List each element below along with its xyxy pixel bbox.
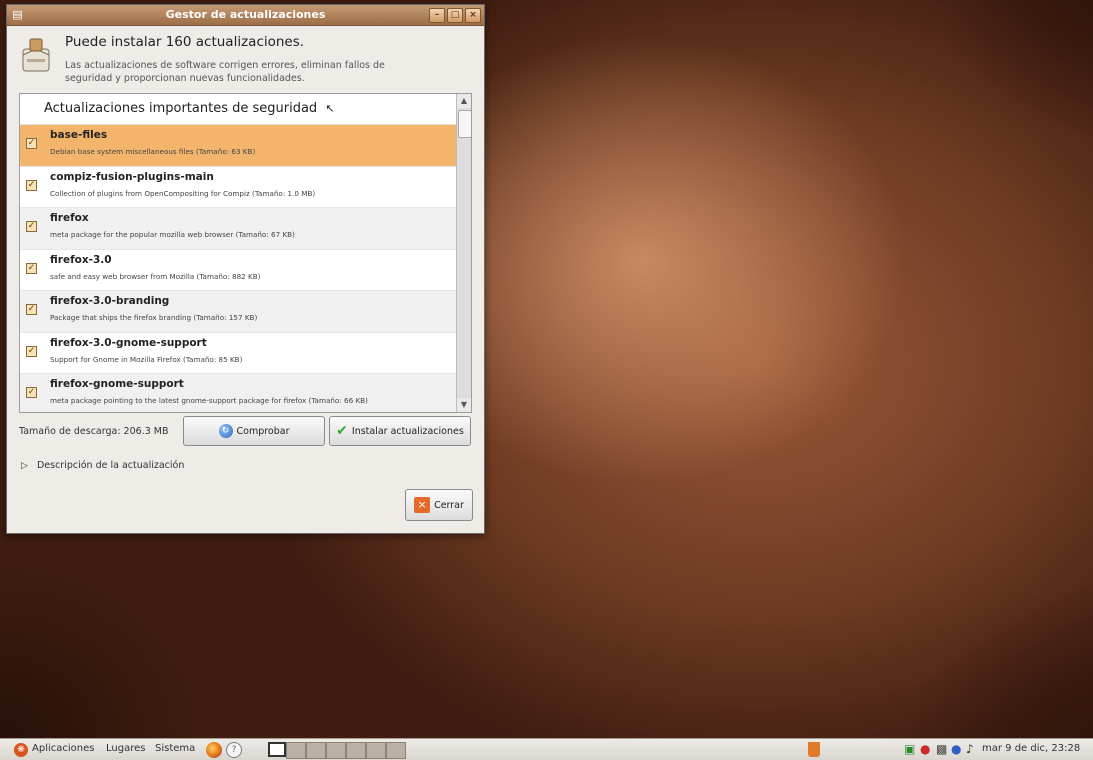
help-icon[interactable]: ? [226,742,242,758]
install-button-label: Instalar actualizaciones [351,425,464,437]
scrollbar-thumb[interactable] [458,110,471,138]
workspace-switcher[interactable] [268,742,406,759]
update-notifier-icon[interactable]: ● [920,742,930,756]
workspace-1[interactable] [268,742,286,757]
window-titlebar[interactable]: ▤ Gestor de actualizaciones – □ × [7,5,484,26]
list-item[interactable]: ✓ firefox-3.0-gnome-support Support for … [20,333,471,374]
install-updates-button[interactable]: ✔ Instalar actualizaciones [329,416,471,446]
update-header: Puede instalar 160 actualizaciones. Las … [19,31,459,93]
list-item[interactable]: ✓ firefox-3.0-branding Package that ship… [20,291,471,333]
list-item[interactable]: ✓ firefox-3.0 safe and easy web browser … [20,250,471,291]
clock[interactable]: mar 9 de dic, 23:28 [982,743,1080,754]
update-checkbox[interactable]: ✓ [26,262,37,274]
package-name: firefox-gnome-support [50,378,184,390]
update-count-title: Puede instalar 160 actualizaciones. [65,34,305,50]
mouse-cursor-icon: ↖ [325,102,335,115]
keyboard-icon[interactable]: ▩ [936,742,947,756]
firefox-icon[interactable] [206,742,222,758]
list-item[interactable]: ✓ firefox-gnome-support meta package poi… [20,374,471,412]
trash-icon[interactable] [808,742,820,757]
bluetooth-icon[interactable]: ● [951,742,961,756]
update-description: Las actualizaciones de software corrigen… [65,60,385,84]
update-checkbox[interactable]: ✓ [26,387,37,398]
check-button-label: Comprobar [236,425,290,437]
close-button[interactable]: × Cerrar [405,489,473,521]
expander-arrow-icon: ▷ [21,461,28,471]
close-icon[interactable]: × [465,8,481,23]
checkmark-icon: ✔ [336,423,348,439]
scroll-up-icon[interactable]: ▲ [457,94,471,108]
menu-applications[interactable]: Aplicaciones [32,743,94,754]
update-manager-window: ▤ Gestor de actualizaciones – □ × Puede … [6,4,485,534]
package-name: firefox-3.0-gnome-support [50,336,207,349]
update-checkbox[interactable]: ✓ [26,179,37,191]
package-description: Package that ships the firefox branding … [50,313,258,322]
package-description: safe and easy web browser from Mozilla (… [50,271,261,281]
package-name: base-files [50,129,108,141]
check-button[interactable]: ↻ Comprobar [183,416,325,446]
workspace-6[interactable] [366,742,386,759]
update-description-expander[interactable]: ▷ Descripción de la actualización [21,460,184,471]
minimize-icon[interactable]: – [429,8,445,23]
list-item[interactable]: ✓ compiz-fusion-plugins-main Collection … [20,167,471,208]
refresh-icon: ↻ [218,424,233,438]
close-icon: × [414,497,431,513]
bottom-panel: ❋ Aplicaciones Lugares Sistema ? ▣ ● ▩ ●… [0,738,1093,760]
package-description: Support for Gnome in Mozilla Firefox (Ta… [50,354,243,364]
list-item[interactable]: ✓ base-files Debian base system miscella… [20,125,471,167]
package-description: meta package pointing to the latest gnom… [50,396,368,405]
updates-list: Actualizaciones importantes de seguridad… [19,93,472,413]
download-size-label: Tamaño de descarga: 206.3 MB [19,426,169,437]
scroll-down-icon[interactable]: ▼ [457,398,471,412]
package-icon [22,38,50,72]
network-icon[interactable]: ▣ [904,742,915,756]
package-name: firefox-3.0 [50,253,112,266]
workspace-5[interactable] [346,742,366,759]
package-icon: ▤ [12,8,23,21]
list-section-title: Actualizaciones importantes de seguridad… [20,94,471,125]
workspace-7[interactable] [386,742,406,759]
update-checkbox[interactable]: ✓ [26,138,37,149]
package-name: compiz-fusion-plugins-main [50,170,214,183]
volume-icon[interactable]: ♪ [966,742,974,756]
package-name: firefox-3.0-branding [50,295,170,307]
list-item[interactable]: ✓ firefox meta package for the popular m… [20,208,471,250]
package-description: meta package for the popular mozilla web… [50,230,295,239]
window-title: Gestor de actualizaciones [165,8,326,21]
workspace-2[interactable] [286,742,306,759]
package-description: Debian base system miscellaneous files (… [50,147,256,156]
maximize-icon[interactable]: □ [447,8,463,23]
package-name: firefox [50,212,89,224]
workspace-3[interactable] [306,742,326,759]
close-button-label: Cerrar [434,499,464,511]
update-checkbox[interactable]: ✓ [26,345,37,357]
expander-label: Descripción de la actualización [36,460,185,471]
update-checkbox[interactable]: ✓ [26,304,37,315]
list-scrollbar[interactable]: ▲ ▼ [456,94,471,412]
workspace-4[interactable] [326,742,346,759]
menu-places[interactable]: Lugares [106,743,145,754]
package-description: Collection of plugins from OpenCompositi… [50,188,316,198]
ubuntu-logo-icon[interactable]: ❋ [14,743,28,757]
menu-system[interactable]: Sistema [155,743,195,754]
update-checkbox[interactable]: ✓ [26,221,37,232]
